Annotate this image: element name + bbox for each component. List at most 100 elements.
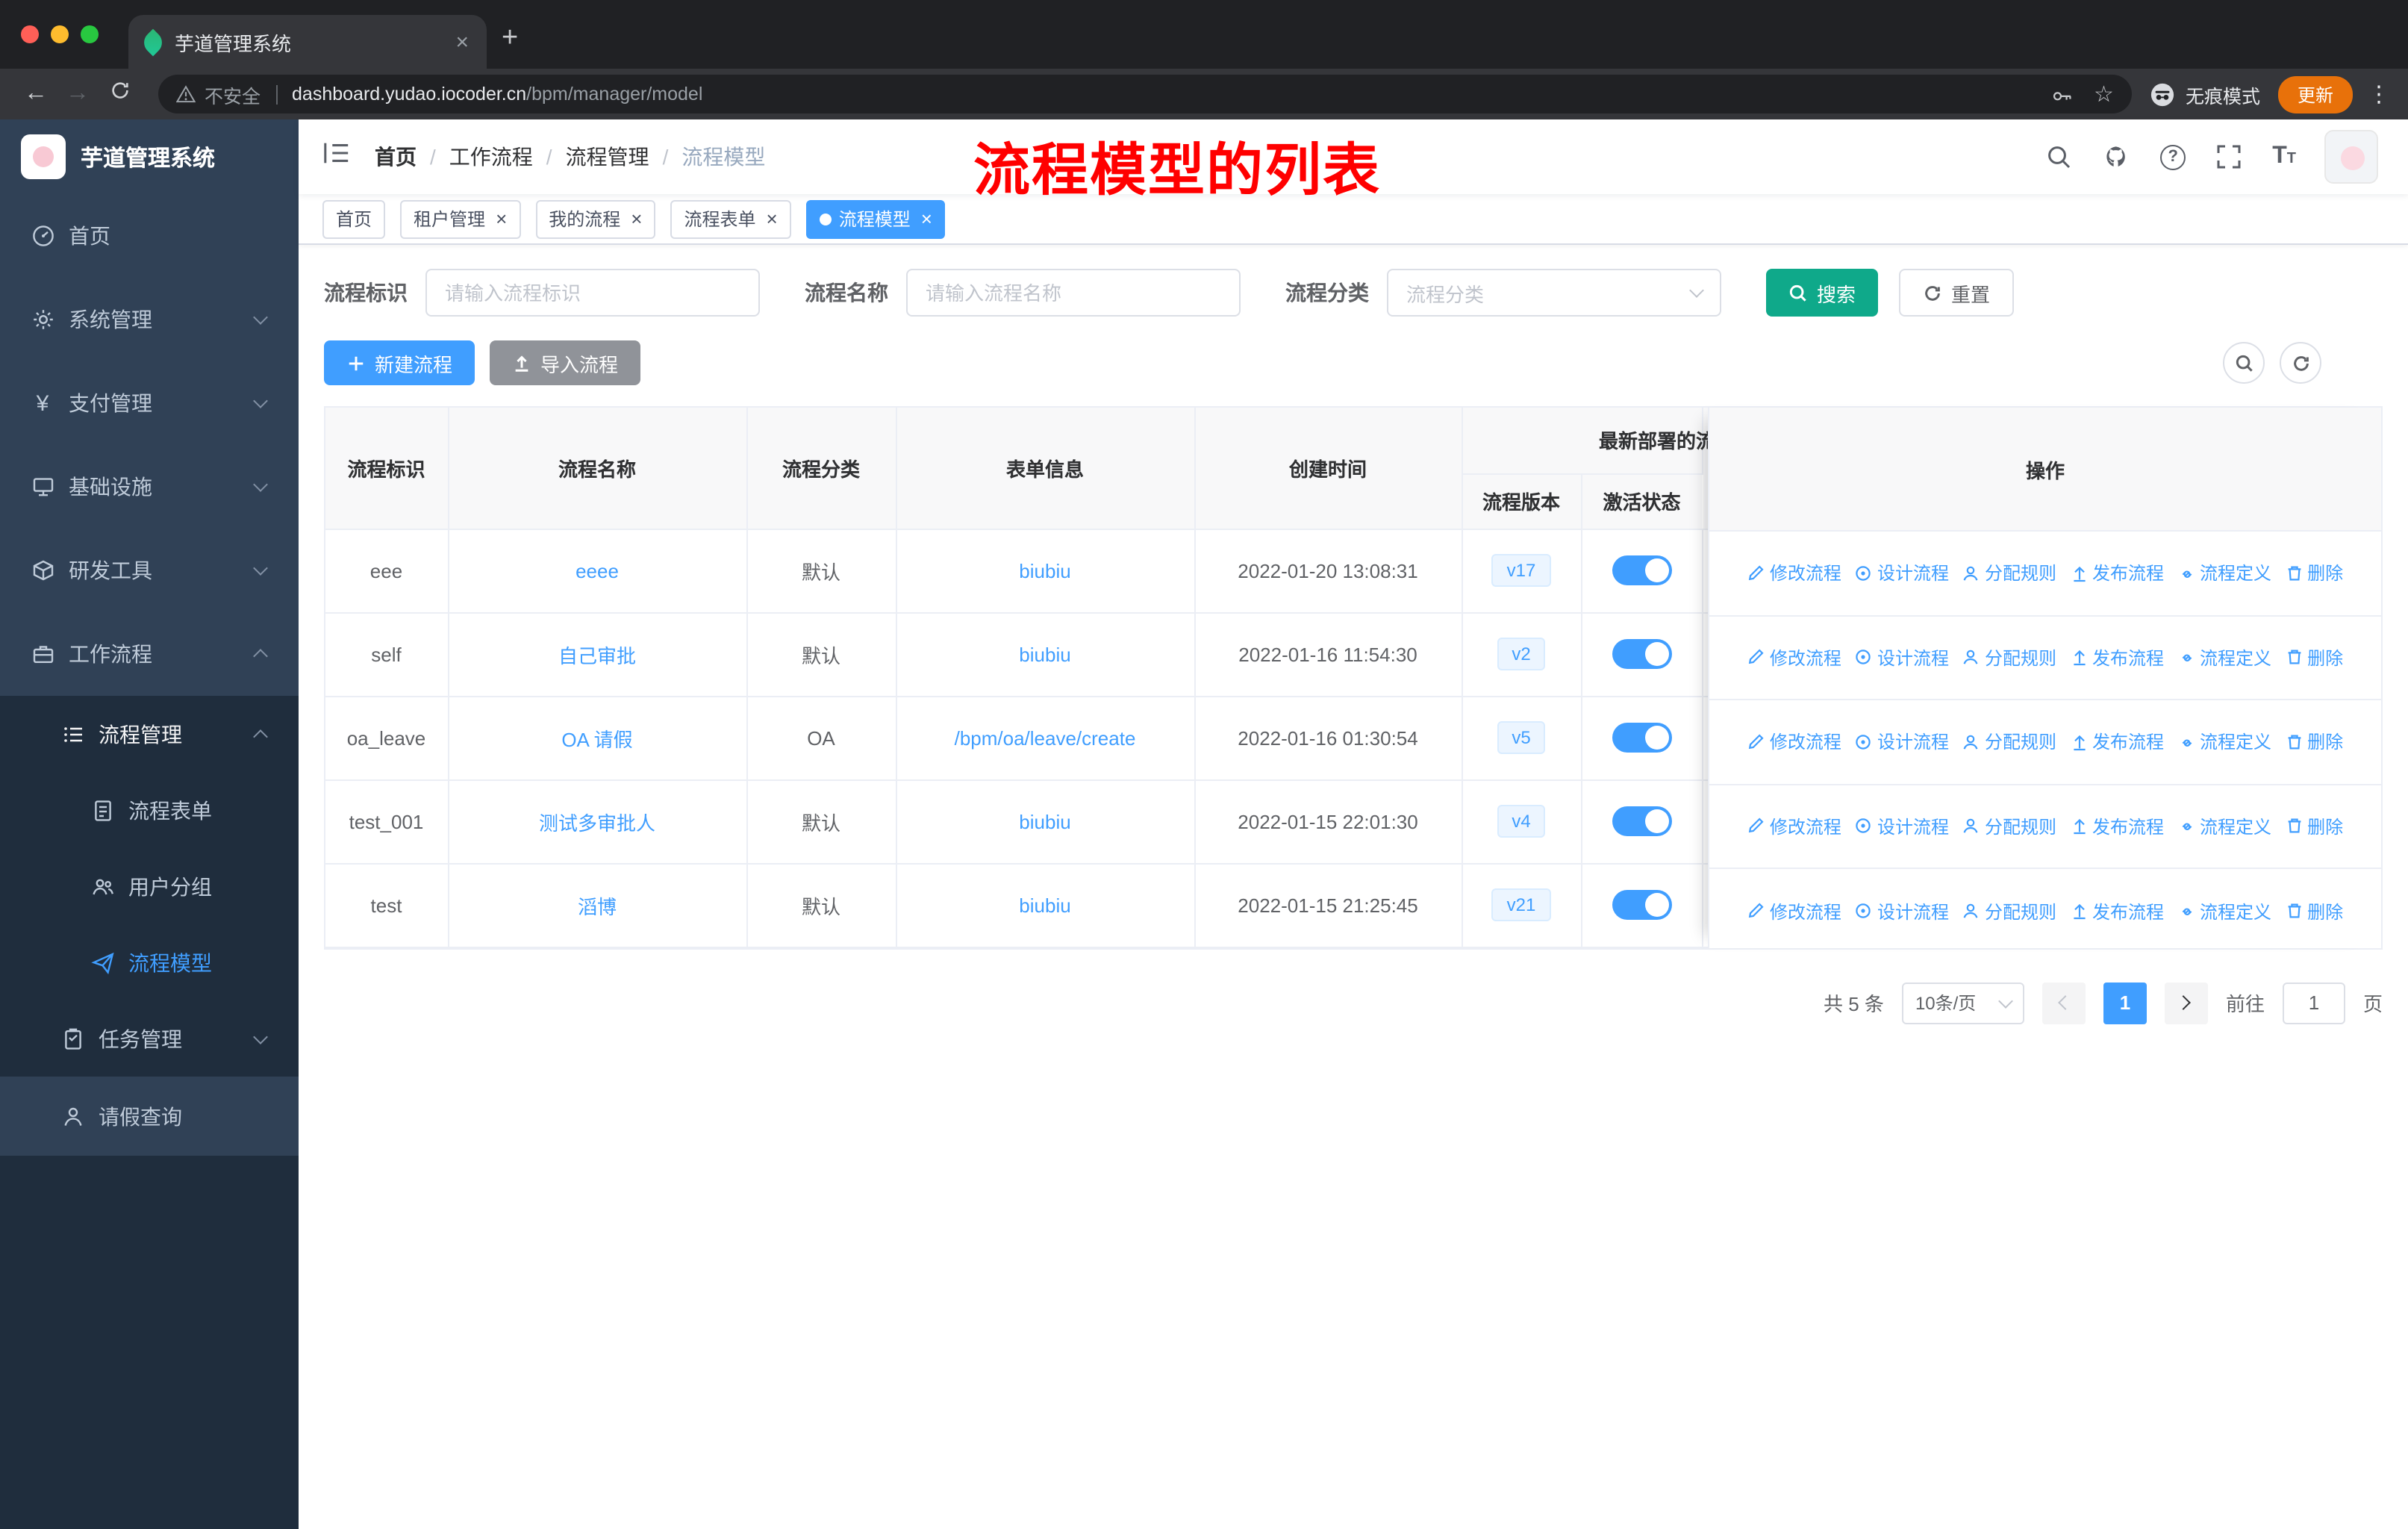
sidebar-item-process-model[interactable]: 流程模型 <box>0 924 299 1000</box>
form-info-link[interactable]: biubiu <box>1019 810 1070 832</box>
search-button[interactable]: 搜索 <box>1766 269 1879 317</box>
action-delete-link[interactable]: 删除 <box>2285 645 2343 670</box>
search-icon[interactable] <box>2044 142 2074 172</box>
form-info-link[interactable]: biubiu <box>1019 643 1070 665</box>
security-label[interactable]: 不安全 <box>205 80 261 108</box>
action-definition-link[interactable]: 流程定义 <box>2177 899 2271 924</box>
forward-button[interactable]: → <box>57 81 99 108</box>
github-icon[interactable] <box>2102 142 2132 172</box>
toggle-search-button[interactable] <box>2223 342 2265 384</box>
page-size-select[interactable]: 10条/页 <box>1901 982 2024 1024</box>
process-name-link[interactable]: eeee <box>576 559 619 582</box>
user-avatar[interactable] <box>2324 130 2378 184</box>
form-info-link[interactable]: biubiu <box>1019 894 1070 916</box>
sidebar-item-infrastructure[interactable]: 基础设施 <box>0 445 299 529</box>
active-toggle[interactable] <box>1612 639 1671 669</box>
action-delete-link[interactable]: 删除 <box>2285 561 2343 586</box>
new-tab-button[interactable]: + <box>502 18 518 60</box>
action-definition-link[interactable]: 流程定义 <box>2177 729 2271 755</box>
process-name-link[interactable]: OA 请假 <box>561 728 632 750</box>
sidebar-item-workflow[interactable]: 工作流程 <box>0 612 299 696</box>
version-badge[interactable]: v4 <box>1497 805 1546 838</box>
process-name-link[interactable]: 滔博 <box>578 895 617 918</box>
process-name-input[interactable] <box>906 269 1241 317</box>
refresh-table-button[interactable] <box>2280 342 2321 384</box>
action-delete-link[interactable]: 删除 <box>2285 814 2343 839</box>
key-icon[interactable] <box>2050 84 2073 104</box>
action-delete-link[interactable]: 删除 <box>2285 899 2343 924</box>
tab-close-icon[interactable]: × <box>452 29 472 55</box>
font-size-icon[interactable]: TT <box>2272 143 2296 170</box>
sidebar-item-system[interactable]: 系统管理 <box>0 278 299 361</box>
breadcrumb-process-management[interactable]: 流程管理 <box>566 142 649 172</box>
goto-page-input[interactable] <box>2282 982 2345 1024</box>
import-process-button[interactable]: 导入流程 <box>490 340 641 385</box>
action-assign-link[interactable]: 分配规则 <box>1962 814 2056 839</box>
version-badge[interactable]: v5 <box>1497 721 1546 754</box>
sidebar-item-payment[interactable]: ¥ 支付管理 <box>0 361 299 445</box>
active-toggle[interactable] <box>1612 806 1671 836</box>
version-badge[interactable]: v2 <box>1497 638 1546 670</box>
create-process-button[interactable]: 新建流程 <box>324 340 475 385</box>
action-assign-link[interactable]: 分配规则 <box>1962 729 2056 755</box>
next-page-button[interactable] <box>2164 982 2208 1024</box>
action-edit-link[interactable]: 修改流程 <box>1747 814 1841 839</box>
action-design-link[interactable]: 设计流程 <box>1855 814 1949 839</box>
tag-process-model[interactable]: 流程模型 × <box>805 199 946 238</box>
chrome-update-button[interactable]: 更新 <box>2277 75 2353 113</box>
active-toggle[interactable] <box>1612 723 1671 753</box>
fullscreen-icon[interactable] <box>2214 142 2244 172</box>
browser-menu-icon[interactable]: ⋮ <box>2368 81 2390 108</box>
sidebar-item-process-form[interactable]: 流程表单 <box>0 772 299 848</box>
action-publish-link[interactable]: 发布流程 <box>2070 899 2164 924</box>
process-name-link[interactable]: 测试多审批人 <box>539 812 655 834</box>
action-publish-link[interactable]: 发布流程 <box>2070 561 2164 586</box>
action-assign-link[interactable]: 分配规则 <box>1962 645 2056 670</box>
action-design-link[interactable]: 设计流程 <box>1855 729 1949 755</box>
close-icon[interactable]: × <box>767 208 778 230</box>
close-icon[interactable]: × <box>921 208 932 230</box>
process-name-link[interactable]: 自己审批 <box>558 644 636 667</box>
close-window-button[interactable] <box>21 25 39 43</box>
collapse-sidebar-icon[interactable] <box>322 139 351 175</box>
reset-button[interactable]: 重置 <box>1899 269 2015 317</box>
close-icon[interactable]: × <box>496 208 507 230</box>
action-design-link[interactable]: 设计流程 <box>1855 645 1949 670</box>
sidebar-item-leave-query[interactable]: 请假查询 <box>0 1077 299 1156</box>
active-toggle[interactable] <box>1612 555 1671 585</box>
prev-page-button[interactable] <box>2042 982 2086 1024</box>
form-info-link[interactable]: biubiu <box>1019 559 1070 582</box>
action-design-link[interactable]: 设计流程 <box>1855 561 1949 586</box>
back-button[interactable]: ← <box>15 81 57 108</box>
action-publish-link[interactable]: 发布流程 <box>2070 814 2164 839</box>
action-assign-link[interactable]: 分配规则 <box>1962 561 2056 586</box>
app-logo[interactable]: 芋道管理系统 <box>0 119 299 194</box>
active-toggle[interactable] <box>1612 890 1671 920</box>
browser-tab[interactable]: 芋道管理系统 × <box>128 15 487 69</box>
action-edit-link[interactable]: 修改流程 <box>1747 729 1841 755</box>
action-edit-link[interactable]: 修改流程 <box>1747 645 1841 670</box>
page-1-button[interactable]: 1 <box>2103 982 2147 1024</box>
action-definition-link[interactable]: 流程定义 <box>2177 645 2271 670</box>
action-publish-link[interactable]: 发布流程 <box>2070 729 2164 755</box>
sidebar-item-home[interactable]: 首页 <box>0 194 299 278</box>
help-icon[interactable]: ? <box>2160 144 2186 169</box>
form-info-link[interactable]: /bpm/oa/leave/create <box>955 726 1136 749</box>
action-definition-link[interactable]: 流程定义 <box>2177 814 2271 839</box>
address-bar[interactable]: 不安全 dashboard.yudao.iocoder.cn/bpm/manag… <box>158 75 2132 113</box>
action-edit-link[interactable]: 修改流程 <box>1747 899 1841 924</box>
maximize-window-button[interactable] <box>81 25 99 43</box>
sidebar-item-task-management[interactable]: 任务管理 <box>0 1000 299 1077</box>
sidebar-item-devtools[interactable]: 研发工具 <box>0 529 299 612</box>
category-select[interactable]: 流程分类 <box>1387 269 1721 317</box>
version-badge[interactable]: v17 <box>1491 554 1551 587</box>
action-definition-link[interactable]: 流程定义 <box>2177 561 2271 586</box>
tag-home[interactable]: 首页 <box>322 199 386 238</box>
bookmark-star-icon[interactable]: ☆ <box>2094 81 2114 108</box>
process-key-input[interactable] <box>425 269 760 317</box>
minimize-window-button[interactable] <box>51 25 69 43</box>
sidebar-item-process-management[interactable]: 流程管理 <box>0 696 299 772</box>
action-delete-link[interactable]: 删除 <box>2285 729 2343 755</box>
action-design-link[interactable]: 设计流程 <box>1855 899 1949 924</box>
action-assign-link[interactable]: 分配规则 <box>1962 899 2056 924</box>
